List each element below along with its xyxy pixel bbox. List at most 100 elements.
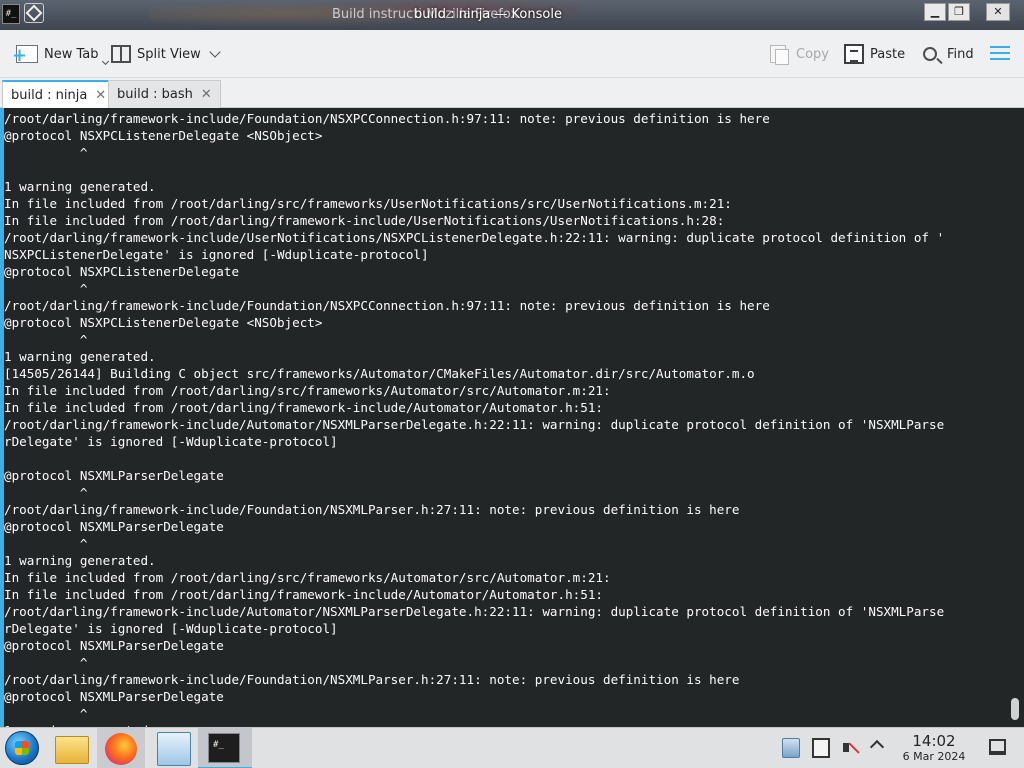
firefox-icon[interactable] [105,733,137,765]
terminal-line-text: In file included from /root/darling/fram… [4,587,603,602]
tab-bar: build : ninja ✕ build : bash ✕ [0,78,1024,108]
terminal-line: ^ [4,331,1000,348]
clock-time[interactable]: 14:02 [905,732,963,750]
terminal-line-text: @protocol NSXPCListenerDelegate [4,264,240,279]
copy-label: Copy [796,46,829,62]
terminal-line: rDelegate' is ignored [-Wduplicate-proto… [4,620,1000,637]
terminal-line: /root/darling/framework-include/Automato… [4,603,1000,620]
volume-muted-icon[interactable] [842,738,860,758]
terminal-line-text: ^ [4,281,88,296]
terminal-line-text: 1 warning generated. [4,179,156,194]
terminal-line: ^ [4,705,1000,722]
clock-date[interactable]: 6 Mar 2024 [895,750,973,763]
terminal-line-text: In file included from /root/darling/src/… [4,383,611,398]
terminal-line-text: @protocol NSXPCListenerDelegate <NSObjec… [4,128,323,143]
terminal-line-text: /root/darling/framework-include/UserNoti… [4,230,945,245]
terminal-line: /root/darling/framework-include/Foundati… [4,671,1000,688]
tab-build-bash[interactable]: build : bash ✕ [108,80,221,108]
find-button[interactable]: Find [923,42,974,66]
find-label: Find [947,46,974,62]
close-tab-icon[interactable]: ✕ [201,87,212,102]
hamburger-menu-icon[interactable] [990,46,1010,62]
terminal-line: /root/darling/framework-include/UserNoti… [4,229,1000,246]
terminal-line: @protocol NSXPCListenerDelegate <NSObjec… [4,127,1000,144]
terminal-line-text: rDelegate' is ignored [-Wduplicate-proto… [4,434,338,449]
window-title: build : ninja — Konsole [414,7,562,22]
notifications-icon[interactable] [812,738,830,758]
terminal-line-text: /root/darling/framework-include/Foundati… [4,502,740,517]
tray-expand-chevron-icon[interactable] [869,739,885,755]
terminal-line-text: [14505/26144] Building C object src/fram… [4,366,755,381]
clipboard-icon[interactable] [782,738,800,758]
terminal-line-text: ^ [4,706,88,721]
konsole-app-icon[interactable]: #_ [2,4,20,24]
terminal-output[interactable]: /root/darling/framework-include/Foundati… [4,110,1000,727]
terminal-line: In file included from /root/darling/fram… [4,212,1000,229]
terminal-line: /root/darling/framework-include/Foundati… [4,297,1000,314]
terminal-line: In file included from /root/darling/src/… [4,382,1000,399]
terminal-line-text: /root/darling/framework-include/Automato… [4,604,945,619]
copy-button[interactable]: Copy [770,42,829,66]
window-titlebar[interactable]: #_ Build instructi Mozilla Firefox build… [0,0,1024,30]
terminal-line: /root/darling/framework-include/Foundati… [4,501,1000,518]
close-tab-icon[interactable]: ✕ [95,88,106,103]
tab-build-ninja[interactable]: build : ninja ✕ [2,80,116,108]
terminal-line-text: rDelegate' is ignored [-Wduplicate-proto… [4,621,338,636]
terminal-line: ^ [4,535,1000,552]
keep-above-pin-icon[interactable] [24,3,44,23]
terminal-line: @protocol NSXPCListenerDelegate <NSObjec… [4,314,1000,331]
terminal-line-text: @protocol NSXMLParserDelegate [4,519,224,534]
konsole-taskbar-icon[interactable]: #_ [208,733,240,763]
terminal-line: In file included from /root/darling/fram… [4,586,1000,603]
terminal-line: NSXPCListenerDelegate' is ignored [-Wdup… [4,246,1000,263]
terminal-line-text: @protocol NSXMLParserDelegate [4,689,224,704]
terminal-line-text: ^ [4,536,88,551]
show-desktop-icon[interactable] [989,739,1006,755]
terminal-line-text: In file included from /root/darling/fram… [4,213,725,228]
terminal-line-text: /root/darling/framework-include/Foundati… [4,111,770,126]
split-view-icon [111,45,131,63]
new-tab-label: New Tab [44,46,99,62]
paste-button[interactable]: Paste [844,42,905,66]
file-manager-icon[interactable] [55,736,89,764]
minimize-button[interactable]: ▁ [924,3,946,21]
terminal-line: /root/darling/framework-include/Foundati… [4,110,1000,127]
terminal-line: 1 warning generated. [4,348,1000,365]
terminal-line: 1 warning generated. [4,178,1000,195]
terminal-line: In file included from /root/darling/src/… [4,195,1000,212]
terminal-line-text: In file included from /root/darling/src/… [4,196,732,211]
terminal-line: [14505/26144] Building C object src/fram… [4,365,1000,382]
terminal-view[interactable]: /root/darling/framework-include/Foundati… [0,108,1024,727]
terminal-line-text: /root/darling/framework-include/Automato… [4,417,945,432]
start-menu-icon[interactable] [5,731,39,765]
new-tab-button[interactable]: New Tab [12,42,109,66]
maximize-button[interactable]: ❐ [948,3,970,21]
tab-label: build : ninja [11,87,88,103]
konsole-toolbar: New Tab Split View Copy Paste Find [0,30,1024,78]
terminal-line: ^ [4,280,1000,297]
terminal-line: ^ [4,484,1000,501]
terminal-line-text: ^ [4,332,88,347]
terminal-line: @protocol NSXMLParserDelegate [4,637,1000,654]
terminal-line-text: @protocol NSXPCListenerDelegate <NSObjec… [4,315,323,330]
terminal-line: In file included from /root/darling/src/… [4,569,1000,586]
terminal-line-text: /root/darling/framework-include/Foundati… [4,672,740,687]
new-tab-dropdown-icon [101,57,109,65]
taskbar: #_ 14:02 6 Mar 2024 [0,727,1024,768]
system-settings-icon[interactable] [157,732,191,766]
terminal-line: ^ [4,144,1000,161]
new-tab-icon [12,45,38,65]
terminal-line: rDelegate' is ignored [-Wduplicate-proto… [4,433,1000,450]
scrollbar-thumb[interactable] [1011,698,1019,720]
chevron-down-icon [209,46,221,58]
split-view-button[interactable]: Split View [111,42,221,66]
terminal-line-text: In file included from /root/darling/src/… [4,570,611,585]
terminal-line: ^ [4,654,1000,671]
find-icon [923,47,937,61]
terminal-line: @protocol NSXMLParserDelegate [4,688,1000,705]
terminal-scrollbar[interactable] [1008,108,1024,727]
close-button[interactable]: ✕ [986,3,1010,21]
paste-label: Paste [870,46,906,62]
